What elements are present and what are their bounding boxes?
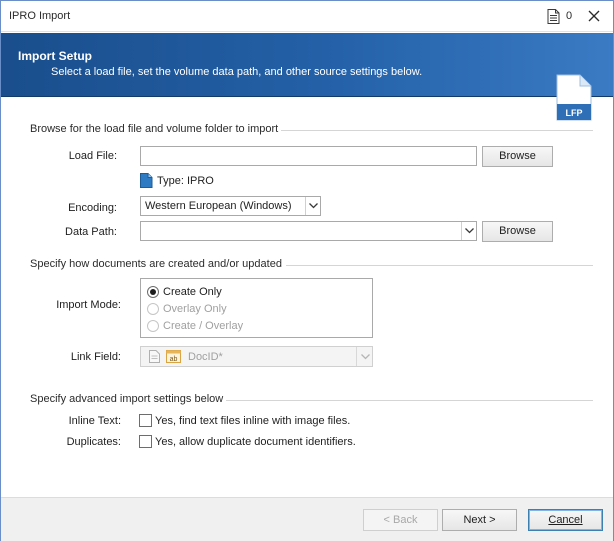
data-path-dropdown-button[interactable] <box>461 222 476 240</box>
duplicates-checkbox[interactable] <box>139 435 152 448</box>
duplicates-option[interactable]: Yes, allow duplicate document identifier… <box>155 436 356 448</box>
data-path-select[interactable] <box>140 221 477 241</box>
chevron-down-icon <box>465 228 474 234</box>
radio-button <box>147 303 159 315</box>
dialog-footer: < Back Next > Cancel <box>1 497 613 541</box>
file-type-text: Type: IPRO <box>157 175 214 187</box>
radio-button[interactable] <box>147 286 159 298</box>
notes-count: 0 <box>566 10 573 22</box>
browse-load-file-button[interactable]: Browse <box>482 146 553 167</box>
document-icon <box>149 350 160 363</box>
encoding-value: Western European (Windows) <box>145 200 292 212</box>
import-dialog: IPRO Import 0 Import Setup Select a load… <box>0 0 614 541</box>
encoding-dropdown-button[interactable] <box>305 197 320 215</box>
close-icon[interactable] <box>587 9 601 23</box>
lfp-icon-label: LFP <box>566 108 583 118</box>
link-field-dropdown-button <box>356 347 372 366</box>
chevron-down-icon <box>361 354 370 360</box>
import-mode-label: Import Mode: <box>56 299 121 311</box>
header-subtitle: Select a load file, set the volume data … <box>51 66 423 78</box>
inline-text-label: Inline Text: <box>68 415 121 427</box>
radio-label: Create / Overlay <box>163 320 244 332</box>
encoding-select[interactable]: Western European (Windows) <box>140 196 321 216</box>
section-title-documents: Specify how documents are created and/or… <box>30 258 282 270</box>
inline-text-option[interactable]: Yes, find text files inline with image f… <box>155 415 350 427</box>
section-title-advanced: Specify advanced import settings below <box>30 393 224 405</box>
svg-text:ab: ab <box>170 356 178 363</box>
title-bar: IPRO Import 0 <box>1 1 613 32</box>
section-divider <box>281 130 593 131</box>
radio-label: Create Only <box>163 286 222 298</box>
duplicates-label: Duplicates: <box>66 436 121 448</box>
load-file-input[interactable] <box>140 146 477 166</box>
browse-data-path-button[interactable]: Browse <box>482 221 553 242</box>
radio-button <box>147 320 159 332</box>
link-field-select: ab DocID* <box>140 346 373 367</box>
next-button[interactable]: Next > <box>442 509 517 531</box>
window-title: IPRO Import <box>9 10 71 22</box>
header-title: Import Setup <box>18 49 92 63</box>
data-path-label: Data Path: <box>65 226 117 238</box>
link-field-value: DocID* <box>188 351 223 363</box>
load-file-label: Load File: <box>68 150 117 162</box>
import-mode-group: Create Only Overlay Only Create / Overla… <box>140 278 373 338</box>
cancel-button[interactable]: Cancel <box>528 509 603 531</box>
header-banner: Import Setup Select a load file, set the… <box>1 33 613 121</box>
text-field-icon: ab <box>166 350 181 363</box>
encoding-label: Encoding: <box>68 202 117 214</box>
document-type-icon <box>140 173 153 188</box>
inline-text-checkbox[interactable] <box>139 414 152 427</box>
notes-icon[interactable] <box>547 9 560 24</box>
section-title-source: Browse for the load file and volume fold… <box>30 123 279 135</box>
chevron-down-icon <box>309 203 318 209</box>
lfp-file-icon: LFP <box>556 74 592 121</box>
link-field-label: Link Field: <box>70 351 121 363</box>
section-divider <box>226 400 593 401</box>
radio-label: Overlay Only <box>163 303 227 315</box>
section-divider <box>286 265 593 266</box>
back-button: < Back <box>363 509 438 531</box>
cancel-label: Cancel <box>548 514 583 526</box>
